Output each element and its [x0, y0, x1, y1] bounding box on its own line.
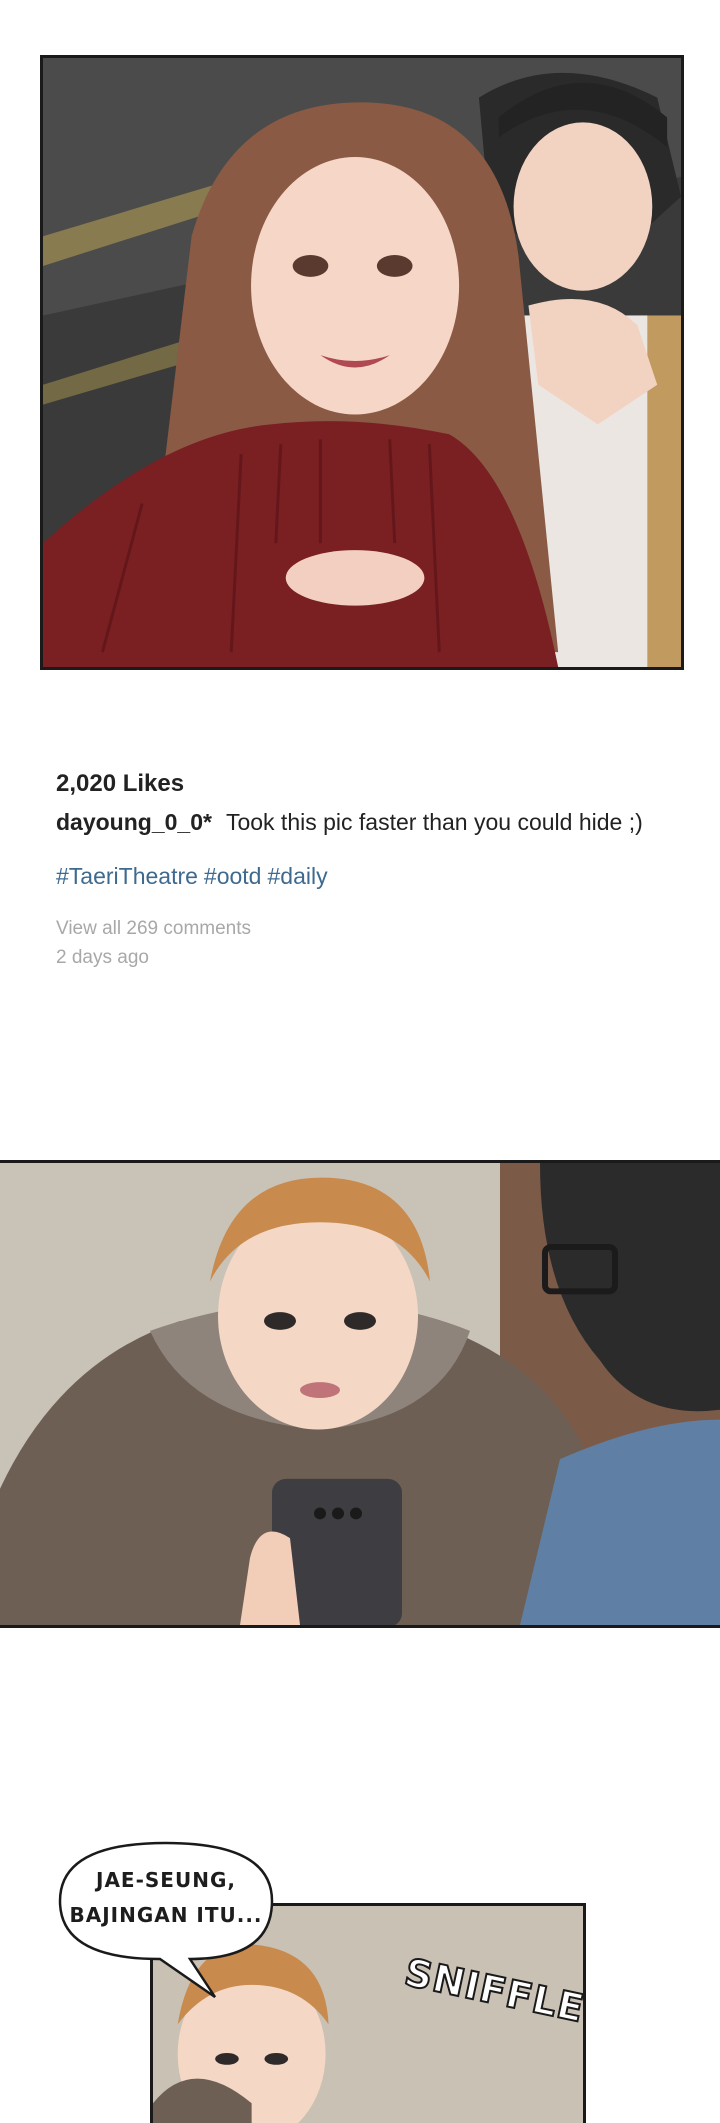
post-timestamp: 2 days ago: [56, 947, 149, 968]
hashtag-list: #TaeriTheatre #ootd #daily: [56, 860, 676, 892]
view-comments-link[interactable]: View all 269 comments: [56, 914, 676, 943]
post-username[interactable]: dayoung_0_0*: [56, 809, 212, 835]
caption-text: Took this pic faster than you could hide…: [225, 809, 643, 835]
speech-line: JAE-SEUNG,: [96, 1868, 236, 1892]
hashtag[interactable]: #ootd: [204, 863, 262, 889]
phone-illustration: [0, 1163, 720, 1625]
hashtag[interactable]: #TaeriTheatre: [56, 863, 198, 889]
selfie-illustration: [43, 58, 681, 667]
post-caption: dayoung_0_0* Took this pic faster than yo…: [56, 806, 676, 838]
speech-bubble: JAE-SEUNG, BAJINGAN ITU...: [40, 1835, 292, 1999]
speech-line: BAJINGAN ITU...: [69, 1903, 263, 1927]
speech-bubble-shape: [58, 1841, 274, 1999]
likes-count[interactable]: 2,020 Likes: [56, 768, 676, 800]
comic-panel-selfie: [40, 55, 684, 670]
hashtag[interactable]: #daily: [267, 863, 327, 889]
comic-panel-phone: [0, 1160, 720, 1628]
social-post: 2,020 Likes dayoung_0_0* Took this pic fa…: [56, 768, 676, 972]
